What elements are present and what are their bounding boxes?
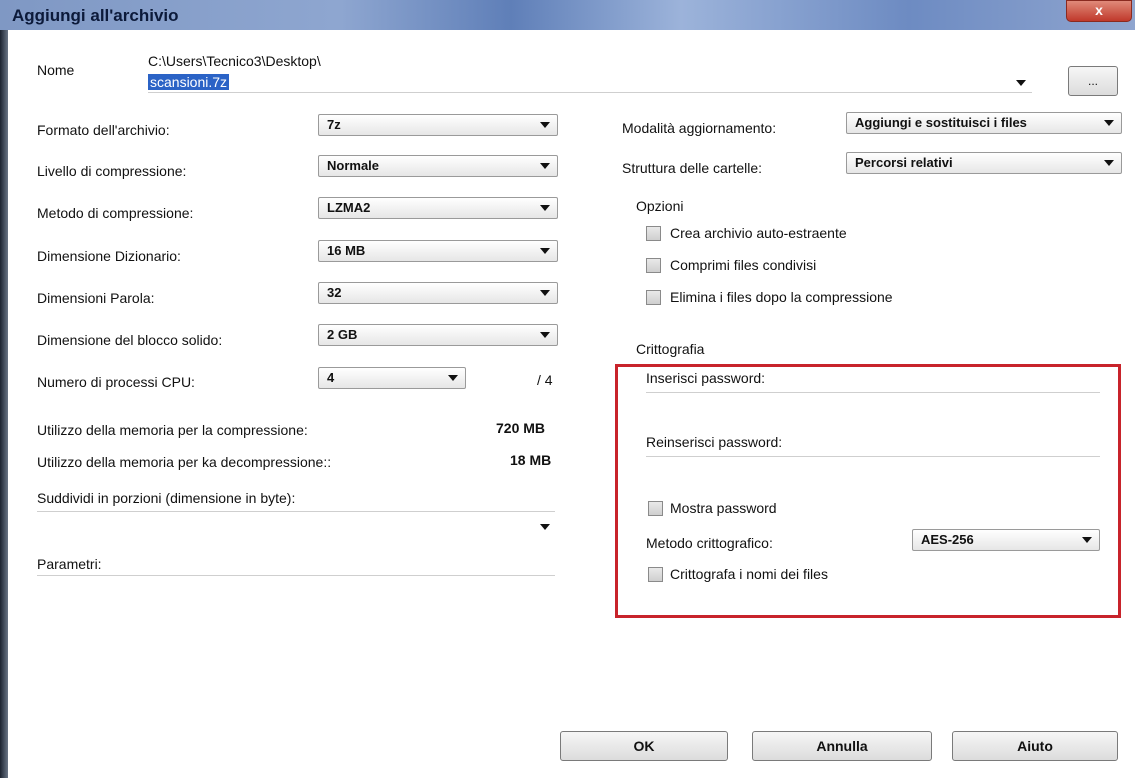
- level-label: Livello di compressione:: [37, 163, 187, 179]
- archive-filename-input[interactable]: scansioni.7z: [148, 74, 230, 90]
- encryption-method-label: Metodo crittografico:: [646, 535, 773, 551]
- format-select[interactable]: 7z: [318, 114, 558, 136]
- update-mode-value: Aggiungi e sostituisci i files: [855, 115, 1027, 130]
- level-value: Normale: [327, 158, 380, 173]
- close-button[interactable]: x: [1066, 0, 1132, 22]
- dictionary-value: 16 MB: [327, 243, 366, 258]
- cpu-threads-value: 4: [327, 370, 335, 385]
- parameters-label: Parametri:: [37, 556, 102, 572]
- folder-structure-value: Percorsi relativi: [855, 155, 953, 170]
- window-edge: [0, 30, 8, 778]
- format-label: Formato dell'archivio:: [37, 122, 170, 138]
- cancel-button[interactable]: Annulla: [752, 731, 932, 761]
- memory-compression-label: Utilizzo della memoria per la compressio…: [37, 422, 308, 438]
- cpu-threads-select[interactable]: 4: [318, 367, 466, 389]
- memory-decompression-value: 18 MB: [510, 452, 552, 468]
- add-to-archive-dialog: Aggiungi all'archivio x Nome C:\Users\Te…: [0, 0, 1135, 778]
- show-password-checkbox[interactable]: [648, 501, 663, 516]
- encrypt-names-checkbox[interactable]: [648, 567, 663, 582]
- solid-block-label: Dimensione del blocco solido:: [37, 332, 223, 348]
- word-size-select[interactable]: 32: [318, 282, 558, 304]
- dictionary-select[interactable]: 16 MB: [318, 240, 558, 262]
- folder-structure-label: Struttura delle cartelle:: [622, 160, 763, 176]
- encryption-title: Crittografia: [636, 341, 705, 357]
- cpu-threads-label: Numero di processi CPU:: [37, 374, 195, 390]
- method-label: Metodo di compressione:: [37, 205, 194, 221]
- word-size-label: Dimensioni Parola:: [37, 290, 155, 306]
- compress-shared-label: Comprimi files condivisi: [670, 257, 817, 273]
- ok-button[interactable]: OK: [560, 731, 728, 761]
- chevron-down-icon: [540, 122, 550, 128]
- memory-decompression-label: Utilizzo della memoria per ka decompress…: [37, 454, 332, 470]
- folder-structure-select[interactable]: Percorsi relativi: [846, 152, 1122, 174]
- options-title: Opzioni: [636, 198, 684, 214]
- archive-path: C:\Users\Tecnico3\Desktop\: [148, 53, 321, 69]
- chevron-down-icon: [1104, 120, 1114, 126]
- update-mode-label: Modalità aggiornamento:: [622, 120, 777, 136]
- dictionary-label: Dimensione Dizionario:: [37, 248, 181, 264]
- chevron-down-icon: [540, 248, 550, 254]
- browse-button[interactable]: ...: [1068, 66, 1118, 96]
- solid-block-value: 2 GB: [327, 327, 358, 342]
- show-password-label: Mostra password: [670, 500, 777, 516]
- chevron-down-icon: [448, 375, 458, 381]
- password-label: Inserisci password:: [646, 370, 766, 386]
- memory-compression-value: 720 MB: [496, 420, 546, 436]
- repeat-password-input[interactable]: [646, 456, 1100, 457]
- encryption-method-select[interactable]: AES-256: [912, 529, 1100, 551]
- chevron-down-icon: [540, 205, 550, 211]
- word-size-value: 32: [327, 285, 342, 300]
- chevron-down-icon: [540, 332, 550, 338]
- format-value: 7z: [327, 117, 341, 132]
- encrypt-names-label: Crittografa i nomi dei files: [670, 566, 828, 582]
- split-dropdown-arrow[interactable]: [540, 524, 550, 530]
- chevron-down-icon: [1104, 160, 1114, 166]
- delete-after-label: Elimina i files dopo la compressione: [670, 289, 893, 305]
- repeat-password-label: Reinserisci password:: [646, 434, 783, 450]
- name-label: Nome: [37, 62, 75, 78]
- parameters-underline: [37, 575, 555, 576]
- sfx-label: Crea archivio auto-estraente: [670, 225, 847, 241]
- split-volumes-underline: [37, 511, 555, 512]
- filename-underline: [148, 92, 1032, 93]
- method-select[interactable]: LZMA2: [318, 197, 558, 219]
- compress-shared-checkbox[interactable]: [646, 258, 661, 273]
- help-button[interactable]: Aiuto: [952, 731, 1118, 761]
- level-select[interactable]: Normale: [318, 155, 558, 177]
- sfx-checkbox[interactable]: [646, 226, 661, 241]
- password-input[interactable]: [646, 392, 1100, 393]
- update-mode-select[interactable]: Aggiungi e sostituisci i files: [846, 112, 1122, 134]
- chevron-down-icon: [540, 163, 550, 169]
- chevron-down-icon: [540, 290, 550, 296]
- title-bar: Aggiungi all'archivio x: [0, 0, 1135, 30]
- solid-block-select[interactable]: 2 GB: [318, 324, 558, 346]
- filename-dropdown-arrow[interactable]: [1016, 80, 1026, 86]
- split-volumes-label: Suddividi in porzioni (dimensione in byt…: [37, 490, 296, 506]
- cpu-threads-max: / 4: [537, 372, 553, 388]
- window-title: Aggiungi all'archivio: [12, 6, 179, 25]
- delete-after-checkbox[interactable]: [646, 290, 661, 305]
- encryption-method-value: AES-256: [921, 532, 974, 547]
- method-value: LZMA2: [327, 200, 371, 215]
- chevron-down-icon: [1082, 537, 1092, 543]
